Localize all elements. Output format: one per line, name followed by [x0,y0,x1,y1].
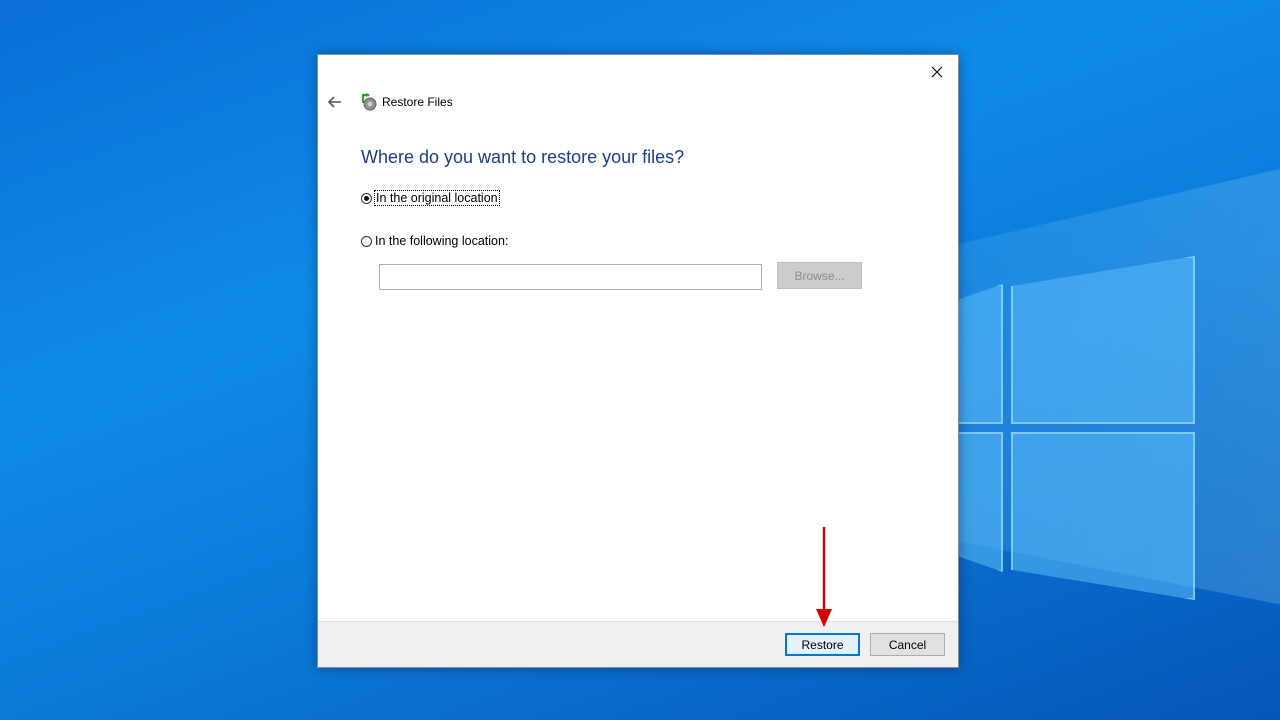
restore-button[interactable]: Restore [785,633,860,656]
app-title: Restore Files [382,95,453,109]
back-button[interactable] [326,93,344,111]
close-icon [931,66,943,78]
page-heading: Where do you want to restore your files? [361,147,685,167]
close-button[interactable] [922,59,952,85]
cancel-button[interactable]: Cancel [870,633,945,656]
radio-following-location[interactable]: In the following location: [361,234,508,248]
radio-button-selected[interactable] [361,192,372,204]
dialog-footer: Restore Cancel [318,621,958,667]
back-arrow-icon [327,96,341,108]
annotation-arrow [816,527,832,627]
radio-button-unselected[interactable] [361,235,372,247]
location-path-input[interactable] [379,264,762,290]
browse-button[interactable]: Browse... [777,262,862,289]
windows-logo [955,256,1195,601]
radio-original-label: In the original location [374,190,500,206]
restore-files-dialog: Restore Files Where do you want to resto… [317,54,959,668]
radio-following-label: In the following location: [375,234,509,248]
restore-files-icon [360,93,378,111]
radio-original-location[interactable]: In the original location [361,190,500,206]
